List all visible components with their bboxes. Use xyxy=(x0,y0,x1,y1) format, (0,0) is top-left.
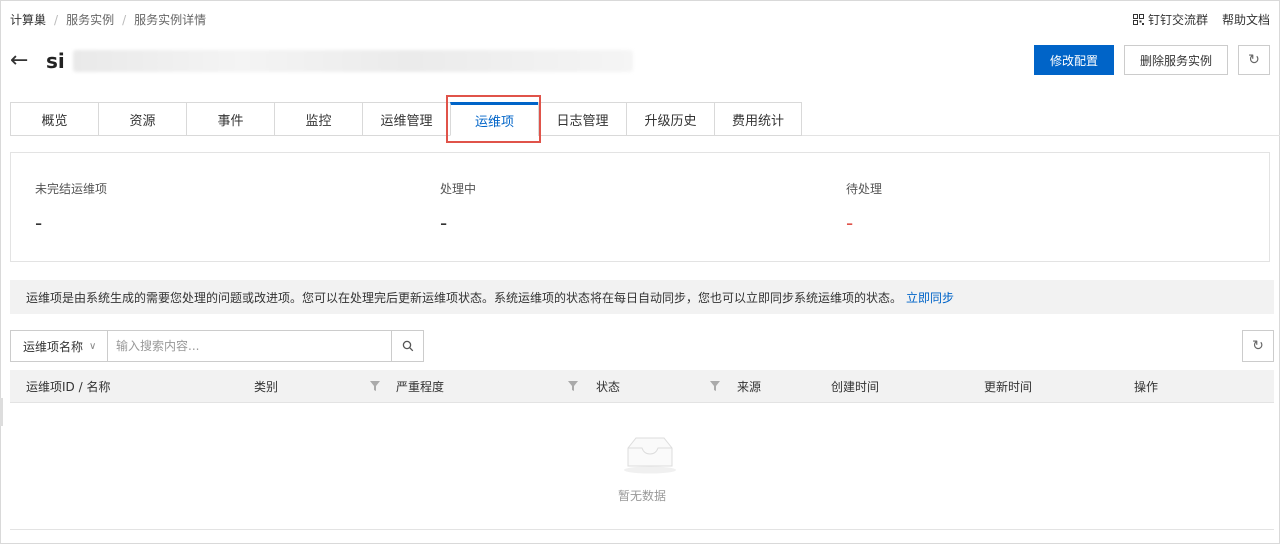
chevron-down-icon: ∨ xyxy=(89,340,97,352)
stats-card: 未完结运维项 - 处理中 - 待处理 - xyxy=(10,152,1270,262)
column-header-source: 来源 xyxy=(737,380,762,394)
header-actions: 修改配置 删除服务实例 ↻ xyxy=(1033,45,1270,75)
tab-cost-statistics[interactable]: 费用统计 xyxy=(714,102,802,136)
breadcrumb: 计算巢 / 服务实例 / 服务实例详情 xyxy=(10,11,206,28)
scrollbar[interactable] xyxy=(0,398,3,426)
notice-text: 运维项是由系统生成的需要您处理的问题或改进项。您可以在处理完后更新运维项状态。系… xyxy=(26,290,903,305)
delete-instance-button[interactable]: 删除服务实例 xyxy=(1123,45,1228,75)
tab-ops-management[interactable]: 运维管理 xyxy=(362,102,450,136)
stat-processing-label: 处理中 xyxy=(440,182,477,196)
empty-text: 暂无数据 xyxy=(617,489,666,503)
info-notice: 运维项是由系统生成的需要您处理的问题或改进项。您可以在处理完后更新运维项状态。系… xyxy=(10,280,1274,314)
column-header-updated: 更新时间 xyxy=(984,380,1033,394)
tab-ops-items[interactable]: 运维项 xyxy=(450,102,538,136)
tab-monitoring[interactable]: 监控 xyxy=(274,102,362,136)
tab-events[interactable]: 事件 xyxy=(186,102,274,136)
qrcode-icon xyxy=(1132,14,1144,25)
refresh-icon: ↻ xyxy=(1248,52,1260,68)
refresh-button[interactable]: ↻ xyxy=(1238,45,1270,75)
breadcrumb-item-current: 服务实例详情 xyxy=(134,13,207,27)
modify-config-button[interactable]: 修改配置 xyxy=(1033,45,1114,75)
stat-unfinished-value: - xyxy=(35,211,43,235)
tab-log-management[interactable]: 日志管理 xyxy=(538,102,626,136)
filter-icon[interactable] xyxy=(370,381,380,391)
breadcrumb-separator: / xyxy=(54,12,59,27)
stat-pending-value: - xyxy=(846,211,854,235)
table-empty-state: 暂无数据 xyxy=(10,404,1274,530)
column-header-id-name: 运维项ID / 名称 xyxy=(26,380,111,394)
top-links: 钉钉交流群 帮助文档 xyxy=(1132,11,1270,28)
filter-icon[interactable] xyxy=(568,381,578,391)
tab-upgrade-history[interactable]: 升级历史 xyxy=(626,102,714,136)
stat-processing: 处理中 - xyxy=(440,180,476,235)
stat-pending-label: 待处理 xyxy=(846,182,883,196)
page-title: si xyxy=(46,49,65,73)
column-header-category: 类别 xyxy=(254,380,279,394)
search-input[interactable] xyxy=(108,330,392,362)
empty-box-icon xyxy=(624,437,676,474)
column-header-status: 状态 xyxy=(596,380,621,394)
stat-unfinished: 未完结运维项 - xyxy=(35,180,107,235)
table-header: 运维项ID / 名称 类别 严重程度 状态 来源 创建时间 更新时间 操作 xyxy=(10,370,1274,403)
filter-icon[interactable] xyxy=(710,381,720,391)
column-header-created: 创建时间 xyxy=(831,380,880,394)
column-header-actions: 操作 xyxy=(1134,380,1159,394)
redacted-instance-id xyxy=(72,50,633,72)
tab-overview[interactable]: 概览 xyxy=(10,102,98,136)
tab-bar: 概览 资源 事件 监控 运维管理 运维项 日志管理 升级历史 费用统计 xyxy=(10,102,802,136)
table-refresh-button[interactable]: ↻ xyxy=(1242,330,1274,362)
help-docs-link[interactable]: 帮助文档 xyxy=(1222,11,1270,28)
column-header-severity: 严重程度 xyxy=(396,380,445,394)
dingtalk-link-label: 钉钉交流群 xyxy=(1147,13,1208,27)
stat-pending: 待处理 - xyxy=(846,180,882,235)
title-row: ← si xyxy=(10,44,633,78)
search-button[interactable] xyxy=(392,330,424,362)
stat-processing-value: - xyxy=(440,211,448,235)
search-field-select[interactable]: 运维项名称 ∨ xyxy=(10,330,108,362)
dingtalk-link[interactable]: 钉钉交流群 xyxy=(1132,11,1208,28)
search-field-label: 运维项名称 xyxy=(23,339,84,354)
back-arrow-icon[interactable]: ← xyxy=(10,50,34,72)
breadcrumb-item-instances[interactable]: 服务实例 xyxy=(66,11,114,28)
breadcrumb-item-home[interactable]: 计算巢 xyxy=(10,11,46,28)
breadcrumb-separator: / xyxy=(122,12,127,27)
tab-resources[interactable]: 资源 xyxy=(98,102,186,136)
sync-now-link[interactable]: 立即同步 xyxy=(906,289,954,306)
search-bar: 运维项名称 ∨ xyxy=(10,330,424,362)
refresh-icon: ↻ xyxy=(1252,338,1264,354)
stat-unfinished-label: 未完结运维项 xyxy=(35,182,108,196)
search-icon xyxy=(402,340,413,352)
